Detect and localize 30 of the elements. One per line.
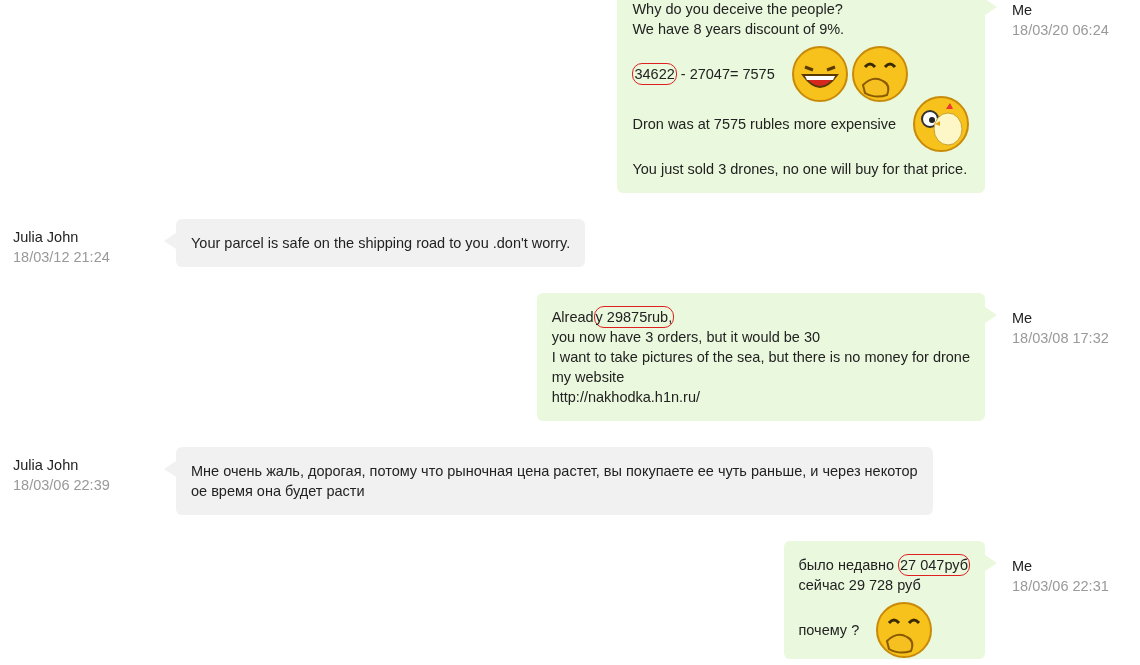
message-text: my website — [551, 368, 626, 387]
sender-name: Julia John — [13, 456, 80, 475]
message-text: Мне очень жаль, дорогая, потому что рыночная цена растет, вы покупаете ее чуть раньше, и через некотор — [191, 462, 918, 481]
message-text: We have 8 years discount of 9%. — [632, 20, 845, 39]
message-text: I want to take pictures of the sea, but there is no money for drone — [551, 348, 970, 367]
sender-name: Me — [1012, 309, 1034, 328]
giggling-face-icon — [875, 601, 934, 659]
message-text: http://nakhodka.h1n.ru/ — [551, 388, 701, 407]
message-text: Already 29875rub, — [551, 307, 970, 327]
message-text: 34622 - 27047= 7575 — [632, 64, 775, 84]
message-time: 18/03/06 22:39 — [13, 476, 111, 495]
giggling-face-icon — [850, 45, 909, 103]
message-text: было недавно 27 047руб — [798, 555, 970, 575]
sender-name: Me — [1012, 1, 1034, 20]
message-text: Your parcel is safe on the shipping road to you .don't worry. — [191, 234, 571, 253]
message-text: Dron was at 7575 rubles more expensive — [632, 115, 896, 134]
sender-name: Julia John — [13, 228, 80, 247]
message-time: 18/03/20 06:24 — [1012, 21, 1110, 40]
message-text: you now have 3 orders, but it would be 30 — [551, 328, 822, 347]
message-time: 18/03/08 17:32 — [1012, 329, 1110, 348]
message-time: 18/03/12 21:24 — [13, 248, 111, 267]
sender-name: Me — [1012, 557, 1034, 576]
message-text: почему ? — [798, 621, 860, 640]
chick-face-icon — [912, 95, 970, 153]
message-text: You just sold 3 drones, no one will buy for that price. — [632, 160, 968, 179]
message-text: сейчас 29 728 руб — [798, 576, 922, 595]
laughing-face-icon — [790, 45, 849, 103]
message-text: Why do you deceive the people? — [632, 0, 844, 19]
message-text: ое время она будет расти — [191, 482, 366, 501]
message-time: 18/03/06 22:31 — [1012, 577, 1110, 596]
